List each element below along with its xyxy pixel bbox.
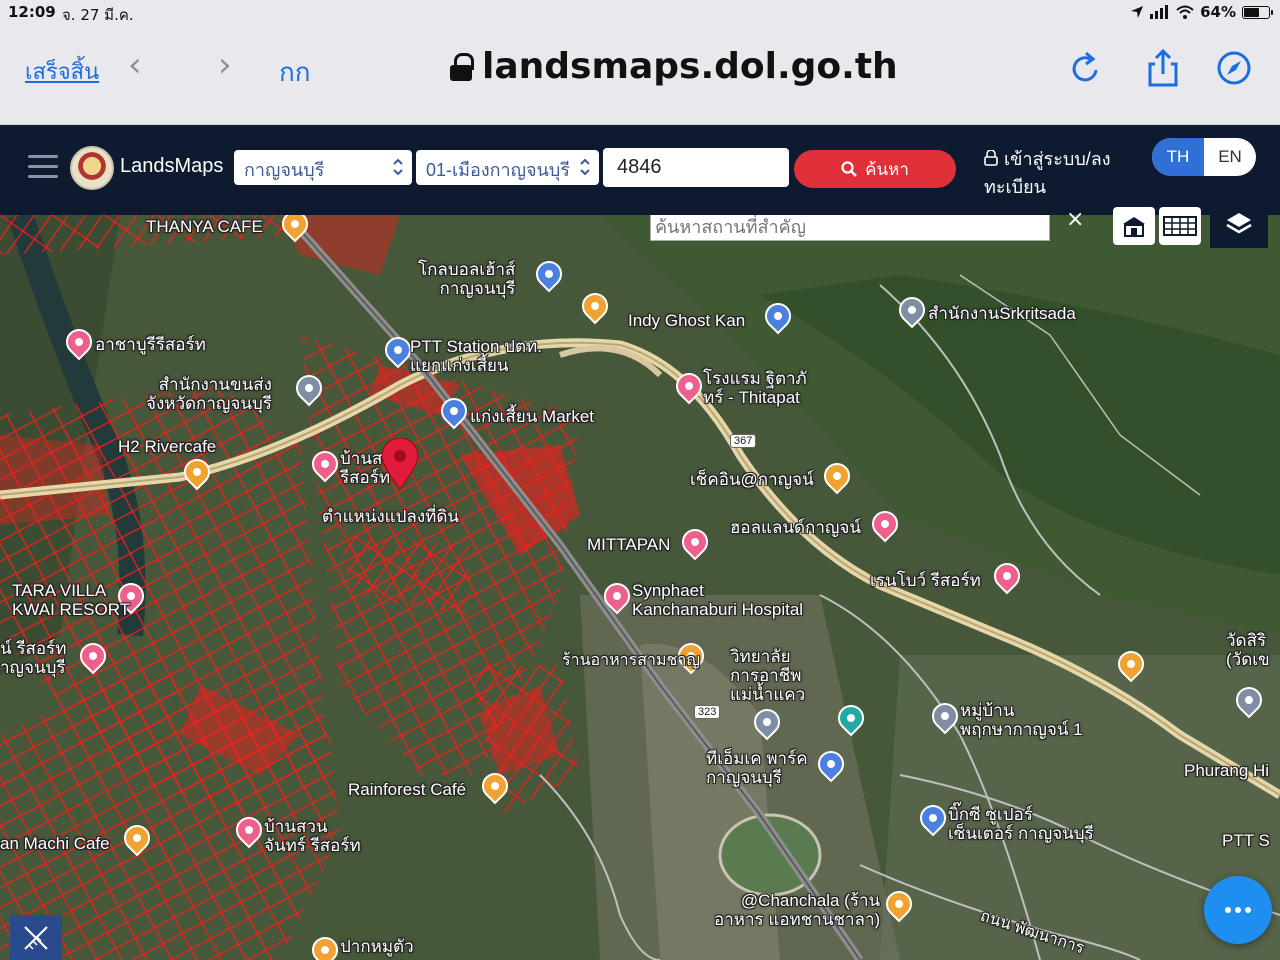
forward-icon[interactable]: › — [218, 48, 232, 82]
status-bar: 12:09 จ. 27 มี.ค. 64% — [0, 0, 1280, 26]
url-text: landsmaps.dol.go.th — [482, 46, 898, 87]
reload-icon[interactable] — [1068, 48, 1104, 88]
map-label: ทีเอ็มเค พาร์ค กาญจนบุรี — [706, 749, 808, 787]
close-icon[interactable]: × — [1066, 207, 1084, 232]
browser-toolbar: เสร็จสิ้น ‹ › กก landsmaps.dol.go.th — [0, 26, 1280, 125]
dot — [1235, 907, 1241, 913]
done-button[interactable]: เสร็จสิ้น — [25, 54, 99, 89]
login-register-label: เข้าสู่ระบบ/ลงทะเบียน — [984, 149, 1111, 197]
lang-th-option[interactable]: TH — [1152, 138, 1204, 176]
parcel-position-label: ตำแหน่งแปลงที่ดิน — [322, 507, 460, 526]
province-select-value: กาญจนบุรี — [244, 160, 325, 180]
dot — [1225, 907, 1231, 913]
address-bar[interactable]: landsmaps.dol.go.th — [450, 46, 898, 87]
share-icon[interactable] — [1145, 48, 1181, 88]
battery-icon — [1242, 5, 1273, 19]
lock-icon — [984, 149, 998, 166]
measure-tool-button[interactable] — [10, 915, 62, 960]
map-canvas[interactable]: 367 323 THANYA CAFE โกลบอลเฮ้าส์ กาญจนบุ… — [0, 215, 1280, 960]
map-label: สำนักงานขนส่ง จังหวัดกาญจนบุรี — [146, 375, 272, 413]
grid-icon — [1163, 216, 1197, 236]
cellular-signal-icon — [1150, 5, 1169, 19]
district-select-value: 01-เมืองกาญจนบุรี — [426, 160, 570, 180]
map-label: MITTAPAN — [587, 535, 671, 554]
search-icon — [841, 161, 858, 177]
layers-icon — [1226, 213, 1252, 234]
lang-en-option[interactable]: EN — [1204, 138, 1256, 176]
map-label: วัดสิริ (วัดเข — [1226, 631, 1270, 669]
language-toggle[interactable]: TH EN — [1152, 138, 1256, 176]
map-label: เช็คอิน@กาญจน์ — [690, 470, 814, 489]
grid-button[interactable] — [1159, 207, 1201, 245]
app-logo-text: LandsMaps — [120, 155, 224, 177]
more-options-button[interactable] — [1204, 876, 1272, 944]
lock-icon — [450, 52, 474, 81]
map-label: แก่งเสี้ยน Market — [470, 407, 594, 426]
layers-button[interactable] — [1210, 200, 1268, 248]
map-label: วิทยาลัย การอาชีพ แม่น้ำแคว — [730, 647, 806, 704]
route-shield-323: 323 — [694, 705, 721, 719]
map-label: เรนโบว์ รีสอร์ท — [870, 571, 981, 590]
dol-logo — [70, 146, 114, 190]
search-button[interactable]: ค้นหา — [794, 150, 956, 188]
map-label: @Chanchala (ร้าน อาหาร แอทชานชาลา) — [714, 891, 881, 929]
map-label: ปากหมูตัว — [340, 937, 414, 956]
map-label: น์ รีสอร์ท าญจนบุรี — [0, 639, 67, 677]
battery-fill — [1244, 7, 1259, 17]
map-label: Phurang Hi — [1184, 761, 1270, 780]
compass-icon[interactable] — [1216, 48, 1252, 88]
map-label: PTT Station ปตท. แยกแก่งเสี้ยน — [410, 337, 542, 375]
building-icon — [1123, 217, 1145, 237]
home-button[interactable] — [1113, 207, 1155, 245]
status-date: จ. 27 มี.ค. — [62, 6, 134, 24]
status-time: 12:09 — [8, 3, 56, 21]
menu-icon[interactable] — [28, 155, 58, 179]
landsmaps-header: LandsMaps กาญจนบุรี 01-เมืองกาญจนบุรี ค้… — [0, 125, 1280, 215]
district-select[interactable]: 01-เมืองกาญจนบุรี — [416, 150, 599, 185]
map-label: an Machi Cafe — [0, 834, 110, 853]
location-arrow-icon — [1131, 6, 1144, 18]
text-size-button[interactable]: กก — [279, 52, 310, 93]
map-label: หมู่บ้าน พฤกษากาญจน์ 1 — [960, 701, 1083, 739]
map-label: Synphaet Kanchanaburi Hospital — [632, 581, 804, 619]
back-icon[interactable]: ‹ — [128, 48, 142, 82]
map-label: โกลบอลเฮ้าส์ กาญจนบุรี — [418, 260, 516, 298]
map-label: ร้านอาหารสามชาญ — [562, 652, 701, 669]
dot — [1245, 907, 1251, 913]
parcel-marker-icon[interactable] — [380, 438, 420, 490]
map-label: Rainforest Café — [348, 780, 467, 799]
province-select[interactable]: กาญจนบุรี — [234, 150, 412, 185]
map-label: ฮอลแลนด์กาญจน์ — [730, 518, 861, 537]
select-updown-icon — [393, 158, 403, 176]
battery-percent: 64% — [1200, 3, 1236, 21]
status-indicators: 64% — [1130, 3, 1273, 21]
map-label: โรงแรม ฐิตาภั ทร์ - Thitapat — [703, 369, 807, 407]
map-label: อาชาบูรีรีสอร์ท — [95, 335, 206, 354]
map-label: บ้านสวน จันทร์ รีสอร์ท — [264, 817, 361, 855]
select-updown-icon — [580, 158, 590, 176]
route-shield-367: 367 — [730, 434, 757, 448]
map-label: PTT S — [1222, 831, 1270, 850]
login-register-link[interactable]: เข้าสู่ระบบ/ลงทะเบียน — [984, 145, 1124, 201]
wifi-icon — [1176, 5, 1194, 19]
map-label: Indy Ghost Kan — [628, 311, 746, 330]
map-label: สำนักงานSrkritsada — [928, 304, 1076, 323]
map-label: บิ๊กซี ซูเปอร์ เซ็นเตอร์ กาญจนบุรี — [948, 805, 1094, 843]
map-label: THANYA CAFE — [146, 217, 263, 236]
ruler-pencil-icon — [24, 925, 48, 950]
map-label: TARA VILLA KWAI RESORT — [12, 581, 131, 619]
place-search-input[interactable] — [650, 215, 1050, 241]
map-label: H2 Rivercafe — [118, 437, 217, 456]
search-button-label: ค้นหา — [865, 159, 909, 179]
parcel-number-input[interactable] — [603, 148, 789, 187]
